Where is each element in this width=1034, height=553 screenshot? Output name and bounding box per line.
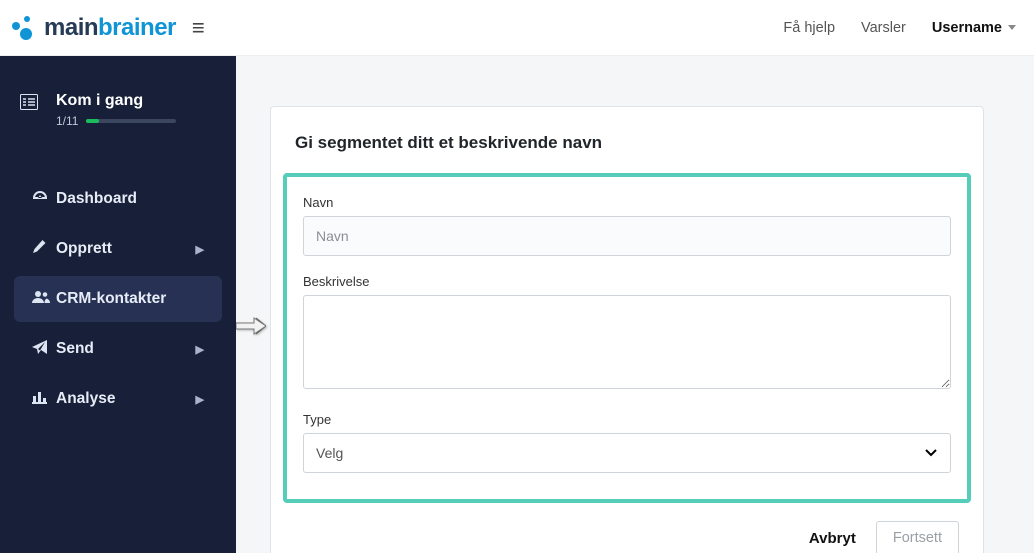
sidebar: Kom i gang 1/11 Dashboard Opprett ▶ CRM-… — [0, 56, 236, 553]
sidebar-item-label: CRM-kontakter — [56, 290, 166, 308]
sidebar-nav: Dashboard Opprett ▶ CRM-kontakter Send ▶… — [0, 176, 236, 422]
content-area: Gi segmentet ditt et beskrivende navn Na… — [236, 56, 1034, 553]
brand-name-part2: brainer — [98, 14, 176, 42]
description-input[interactable] — [303, 295, 951, 389]
logo-mark-icon — [10, 14, 38, 42]
card-actions: Avbryt Fortsett — [271, 503, 983, 553]
description-label: Beskrivelse — [303, 274, 951, 289]
onboarding-progress[interactable]: Kom i gang 1/11 — [0, 92, 236, 152]
gauge-icon — [32, 190, 56, 208]
sidebar-item-opprett[interactable]: Opprett ▶ — [14, 226, 222, 272]
sidebar-item-label: Dashboard — [56, 190, 137, 208]
chevron-right-icon: ▶ — [196, 243, 204, 256]
checklist-icon — [20, 94, 38, 115]
sidebar-item-label: Opprett — [56, 240, 112, 258]
top-links: Få hjelp Varsler Username — [783, 20, 1016, 36]
pencil-icon — [32, 240, 56, 258]
type-label: Type — [303, 412, 951, 427]
topbar: mainbrainer ≡ Få hjelp Varsler Username — [0, 0, 1034, 56]
chevron-right-icon: ▶ — [196, 393, 204, 406]
sidebar-item-dashboard[interactable]: Dashboard — [14, 176, 222, 222]
progress-title: Kom i gang — [56, 92, 176, 110]
tutorial-arrow-icon — [236, 316, 266, 336]
hamburger-icon[interactable]: ≡ — [192, 17, 205, 39]
name-label: Navn — [303, 195, 951, 210]
brand-name-part1: main — [44, 14, 98, 42]
name-input[interactable] — [303, 216, 951, 256]
sidebar-item-label: Send — [56, 340, 94, 358]
help-link[interactable]: Få hjelp — [783, 20, 835, 36]
progress-counter: 1/11 — [56, 114, 78, 128]
segment-form-card: Gi segmentet ditt et beskrivende navn Na… — [270, 106, 984, 553]
bar-chart-icon — [32, 390, 56, 408]
continue-button[interactable]: Fortsett — [876, 521, 959, 553]
sidebar-item-analyse[interactable]: Analyse ▶ — [14, 376, 222, 422]
user-menu[interactable]: Username — [932, 20, 1016, 36]
caret-down-icon — [1008, 25, 1016, 30]
app-shell: Kom i gang 1/11 Dashboard Opprett ▶ CRM-… — [0, 56, 1034, 553]
users-icon — [32, 290, 56, 308]
alerts-link[interactable]: Varsler — [861, 20, 906, 36]
sidebar-item-send[interactable]: Send ▶ — [14, 326, 222, 372]
form-highlight: Navn Beskrivelse Type — [283, 173, 971, 503]
cancel-button[interactable]: Avbryt — [809, 530, 856, 547]
paper-plane-icon — [32, 340, 56, 358]
chevron-right-icon: ▶ — [196, 343, 204, 356]
sidebar-item-crm-kontakter[interactable]: CRM-kontakter — [14, 276, 222, 322]
sidebar-item-label: Analyse — [56, 390, 115, 408]
card-title: Gi segmentet ditt et beskrivende navn — [271, 133, 983, 173]
brand-logo[interactable]: mainbrainer — [10, 14, 176, 42]
username-label: Username — [932, 20, 1002, 36]
progress-bar — [86, 119, 176, 123]
type-select[interactable] — [303, 433, 951, 473]
